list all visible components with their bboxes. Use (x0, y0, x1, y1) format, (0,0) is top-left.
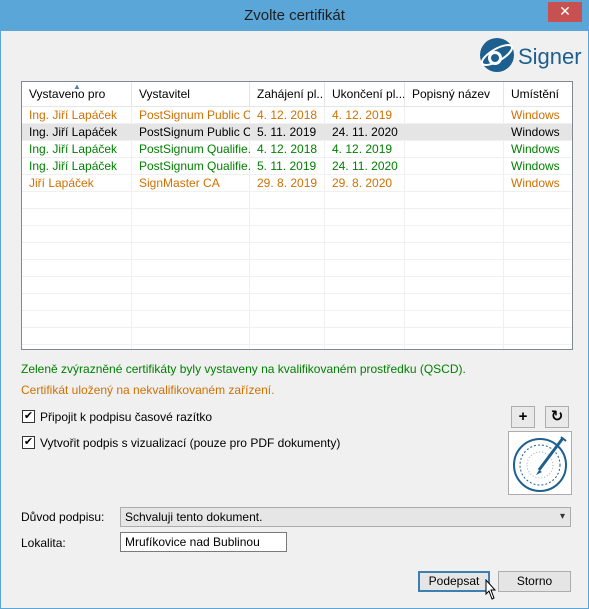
table-cell: Windows (511, 176, 560, 190)
column-header-friendly-name[interactable]: Popisný název (405, 82, 504, 106)
location-input[interactable]: Mrufíkovice nad Bublinou (120, 532, 287, 552)
table-cell: 29. 8. 2019 (257, 176, 318, 190)
table-row[interactable]: Ing. Jiří Lapáček PostSignum Public C... 5… (22, 124, 572, 141)
signer-logo: Signer (474, 36, 582, 76)
dialog-body: Signer ▲ Vystaveno pro Vystavitel Zaháje… (9, 31, 582, 600)
signature-image-preview[interactable] (508, 431, 572, 495)
grid-line (22, 327, 572, 328)
signing-reason-select[interactable]: Schvaluji tento dokument. ▾ (120, 507, 571, 527)
column-header-valid-to[interactable]: Ukončení pl... (325, 82, 405, 106)
grid-line (22, 344, 572, 345)
table-cell (405, 124, 504, 141)
grid-line (22, 242, 572, 243)
table-cell (405, 141, 504, 158)
table-cell: 5. 11. 2019 (257, 125, 317, 139)
table-cell: SignMaster CA (139, 176, 220, 190)
table-cell: Jiří Lapáček (29, 176, 94, 190)
dialog-window: Zvolte certifikát ✕ Signer ▲ Vystaveno p… (0, 0, 589, 609)
table-cell: 4. 12. 2018 (257, 108, 318, 122)
title-bar[interactable]: Zvolte certifikát ✕ (1, 1, 588, 31)
close-button[interactable]: ✕ (548, 2, 582, 22)
window-title: Zvolte certifikát (244, 7, 345, 24)
column-header-location[interactable]: Umístění (504, 82, 572, 106)
table-cell: 24. 11. 2020 (332, 159, 398, 173)
table-cell: 4. 12. 2019 (332, 108, 393, 122)
non-qualified-legend-text: Certifikát uložený na nekvalifikovaném z… (21, 383, 275, 397)
table-cell: Windows (511, 159, 560, 173)
signer-logo-icon (480, 38, 514, 72)
table-cell: Ing. Jiří Lapáček (29, 142, 118, 156)
table-cell: Ing. Jiří Lapáček (29, 125, 118, 139)
table-cell (405, 107, 504, 124)
grid-line (22, 276, 572, 277)
table-header: ▲ Vystaveno pro Vystavitel Zahájení pl..… (22, 82, 572, 107)
grid-line (22, 123, 572, 124)
table-cell: PostSignum Qualifie... (139, 159, 250, 173)
column-header-issuer[interactable]: Vystavitel (132, 82, 250, 106)
refresh-icon: ↻ (550, 408, 564, 425)
table-cell: 4. 12. 2018 (257, 142, 318, 156)
grid-line (22, 174, 572, 175)
signing-reason-label: Důvod podpisu: (21, 510, 105, 524)
table-cell: 29. 8. 2020 (332, 176, 393, 190)
table-cell (405, 158, 504, 175)
visualization-checkbox[interactable]: ✔ (22, 436, 35, 449)
signing-reason-value: Schvaluji tento dokument. (125, 510, 263, 524)
table-cell (405, 175, 504, 192)
sort-ascending-icon: ▲ (73, 82, 81, 91)
logo-text: Signer (518, 44, 582, 69)
refresh-button[interactable]: ↻ (545, 406, 569, 428)
timestamp-checkbox-label[interactable]: Připojit k podpisu časové razítko (40, 410, 212, 424)
location-label: Lokalita: (21, 536, 66, 550)
grid-line (22, 208, 572, 209)
add-image-button[interactable]: + (511, 406, 535, 428)
column-header-issued-to[interactable]: ▲ Vystaveno pro (22, 82, 132, 106)
timestamp-checkbox[interactable]: ✔ (22, 410, 35, 423)
table-row[interactable]: Ing. Jiří Lapáček PostSignum Qualifie... 5… (22, 158, 572, 175)
table-cell: Ing. Jiří Lapáček (29, 108, 118, 122)
visualization-checkbox-label[interactable]: Vytvořit podpis s vizualizací (pouze pro… (40, 436, 340, 450)
table-cell: 4. 12. 2019 (332, 142, 393, 156)
table-row[interactable]: Jiří Lapáček SignMaster CA 29. 8. 2019 29. … (22, 175, 572, 192)
seal-pen-icon (513, 436, 567, 492)
certificate-table[interactable]: ▲ Vystaveno pro Vystavitel Zahájení pl..… (21, 81, 573, 350)
mouse-pointer-icon (485, 579, 497, 600)
table-cell: PostSignum Public C... (139, 108, 250, 122)
grid-line (22, 259, 572, 260)
grid-line (22, 140, 572, 141)
grid-line (22, 310, 572, 311)
grid-line (22, 293, 572, 294)
table-cell: PostSignum Public C... (139, 125, 250, 139)
table-cell: Windows (511, 125, 560, 139)
sign-button[interactable]: Podepsat (418, 571, 490, 592)
table-cell: PostSignum Qualifie... (139, 142, 250, 156)
grid-line (22, 157, 572, 158)
table-cell: 24. 11. 2020 (332, 125, 398, 139)
column-header-valid-from[interactable]: Zahájení pl... (250, 82, 325, 106)
table-cell: Windows (511, 142, 560, 156)
chevron-down-icon: ▾ (559, 511, 565, 522)
table-cell: 5. 11. 2019 (257, 159, 317, 173)
grid-line (22, 225, 572, 226)
table-cell: Ing. Jiří Lapáček (29, 159, 118, 173)
grid-line (22, 191, 572, 192)
table-cell: Windows (511, 108, 560, 122)
table-row[interactable]: Ing. Jiří Lapáček PostSignum Public C... 4… (22, 107, 572, 124)
table-row[interactable]: Ing. Jiří Lapáček PostSignum Qualifie... 4… (22, 141, 572, 158)
qscd-legend-text: Zeleně zvýrazněné certifikáty byly vysta… (21, 362, 466, 376)
cancel-button[interactable]: Storno (498, 571, 571, 592)
